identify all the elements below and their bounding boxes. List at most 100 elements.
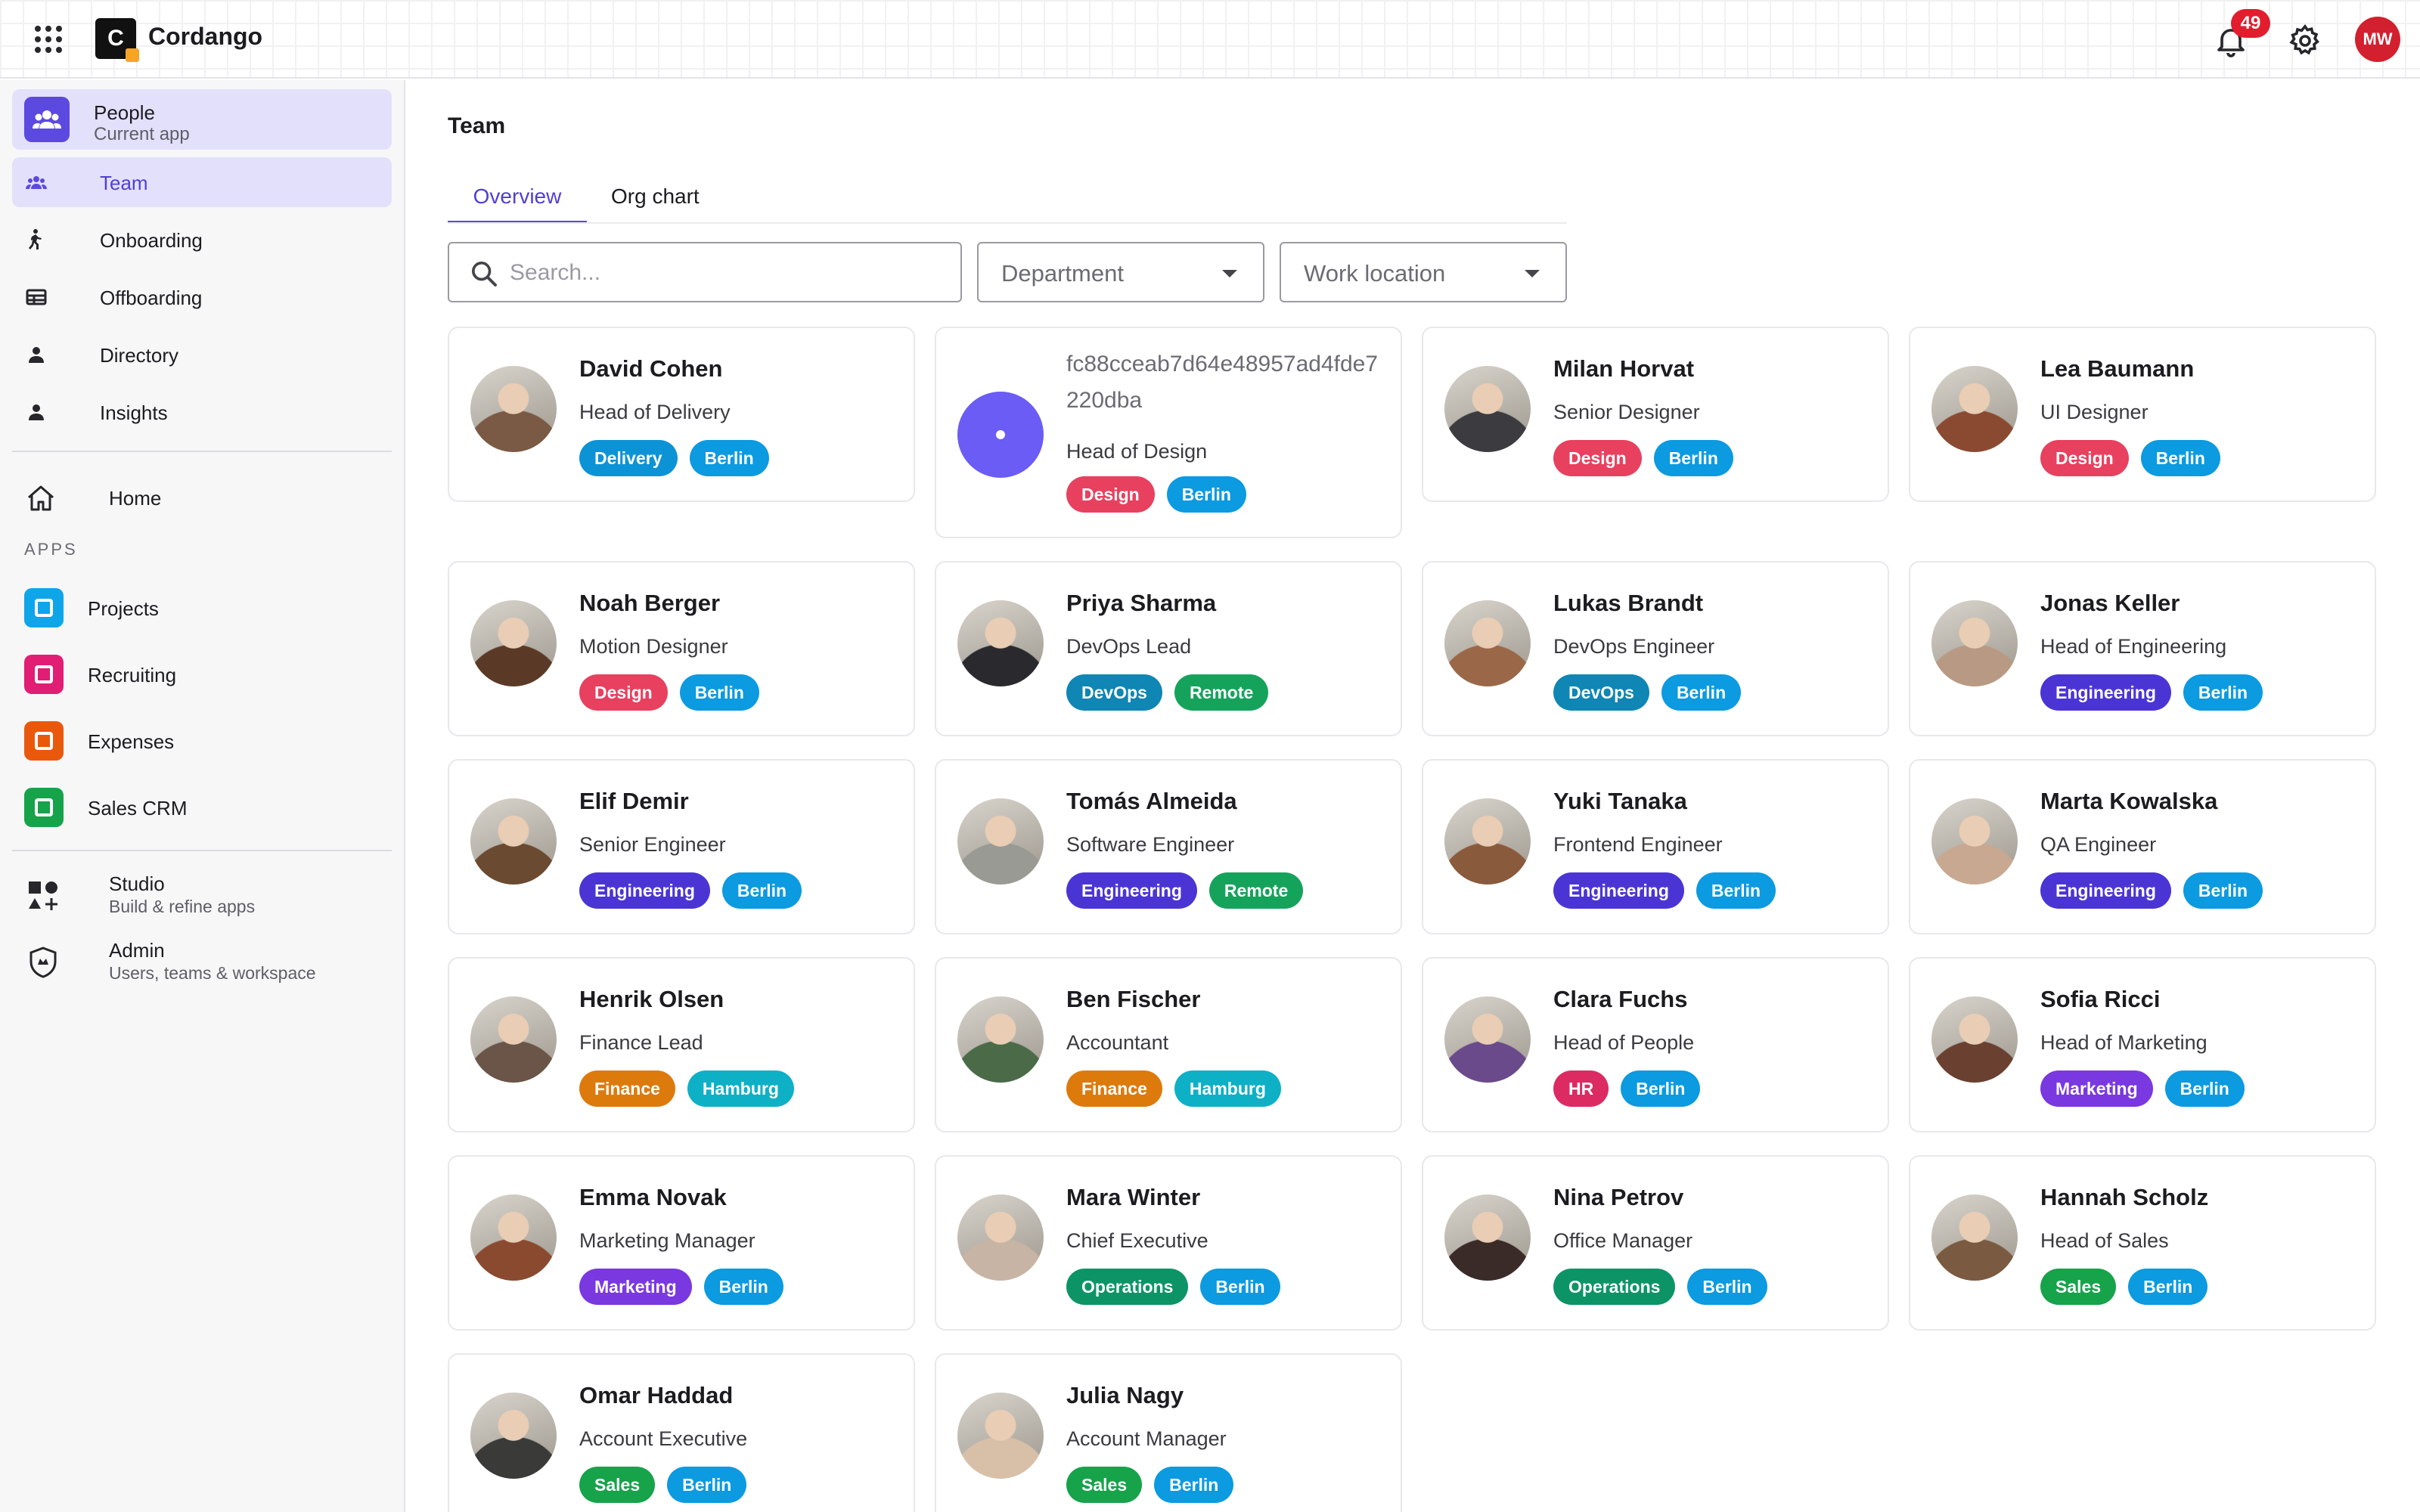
location-tag[interactable]: Berlin <box>703 1269 783 1305</box>
location-tag[interactable]: Berlin <box>689 440 769 476</box>
department-tag[interactable]: Engineering <box>1066 872 1197 909</box>
person-card[interactable]: Marta Kowalska QA Engineer Engineering Berl… <box>1909 759 2376 934</box>
person-card[interactable]: Nina Petrov Office Manager Operations Berli… <box>1422 1155 1889 1331</box>
location-tag[interactable]: Remote <box>1174 674 1269 711</box>
sidebar-item-insights[interactable]: Insights <box>12 387 392 437</box>
person-card[interactable]: Henrik Olsen Finance Lead Finance Hamburg <box>448 957 915 1132</box>
location-tag[interactable]: Berlin <box>1621 1070 1701 1107</box>
location-tag[interactable]: Berlin <box>2140 440 2220 476</box>
department-tag[interactable]: Engineering <box>1553 872 1684 909</box>
person-card[interactable]: fc88cceab7d64e48957ad4fde7220dba Head of … <box>935 327 1402 538</box>
location-tag[interactable]: Berlin <box>2164 1070 2245 1107</box>
person-card[interactable]: Jonas Keller Head of Engineering Engineeri… <box>1909 561 2376 736</box>
department-tag[interactable]: Design <box>579 674 668 711</box>
location-tag[interactable]: Berlin <box>1661 674 1742 711</box>
person-card[interactable]: Tomás Almeida Software Engineer Engineerin… <box>935 759 1402 934</box>
person-card[interactable]: Yuki Tanaka Frontend Engineer Engineering B… <box>1422 759 1889 934</box>
location-tag[interactable]: Berlin <box>1166 476 1246 513</box>
location-tag[interactable]: Berlin <box>667 1467 747 1503</box>
sidebar-app-projects[interactable]: Projects <box>12 578 392 638</box>
location-tag[interactable]: Berlin <box>679 674 759 711</box>
person-card[interactable]: Ben Fischer Accountant Finance Hamburg <box>935 957 1402 1132</box>
location-tag[interactable]: Berlin <box>1687 1269 1767 1305</box>
person-card[interactable]: Julia Nagy Account Manager Sales Berlin <box>935 1353 1402 1512</box>
location-tag[interactable]: Remote <box>1208 872 1304 909</box>
person-card[interactable]: Hannah Scholz Head of Sales Sales Berlin <box>1909 1155 2376 1331</box>
location-tag[interactable]: Berlin <box>1696 872 1776 909</box>
department-tag[interactable]: Operations <box>1066 1269 1189 1305</box>
sidebar-app-expenses[interactable]: Expenses <box>12 711 392 771</box>
person-name: Nina Petrov <box>1553 1184 1684 1210</box>
sidebar-item-team[interactable]: Team <box>12 157 392 207</box>
user-avatar[interactable]: MW <box>2355 17 2400 62</box>
department-tag[interactable]: Design <box>2040 440 2129 476</box>
department-tag[interactable]: Marketing <box>579 1269 692 1305</box>
person-name: Lukas Brandt <box>1553 590 1704 616</box>
brand-logo[interactable]: C <box>95 18 139 62</box>
location-tag[interactable]: Berlin <box>1653 440 1733 476</box>
department-tag[interactable]: Sales <box>2040 1269 2117 1305</box>
person-tags: Finance Hamburg <box>1066 1070 1281 1107</box>
search-box[interactable] <box>448 242 962 302</box>
person-card[interactable]: Omar Haddad Account Executive Sales Berlin <box>448 1353 915 1512</box>
person-card[interactable]: Lukas Brandt DevOps Engineer DevOps Berlin <box>1422 561 1889 736</box>
location-tag[interactable]: Berlin <box>721 872 802 909</box>
department-tag[interactable]: DevOps <box>1066 674 1162 711</box>
sidebar-item-admin[interactable]: Admin Users, teams & workspace <box>12 930 392 993</box>
department-tag[interactable]: Design <box>1553 440 1642 476</box>
settings-gear-icon[interactable] <box>2287 23 2323 59</box>
department-tag[interactable]: DevOps <box>1553 674 1649 711</box>
location-tag[interactable]: Berlin <box>2183 872 2263 909</box>
location-tag[interactable]: Hamburg <box>1174 1070 1281 1107</box>
person-card[interactable]: Milan Horvat Senior Designer Design Berlin <box>1422 327 1889 502</box>
sidebar-app-sales-crm[interactable]: Sales CRM <box>12 777 392 838</box>
work-location-filter-select[interactable]: Work location <box>1280 242 1567 302</box>
person-name: Ben Fischer <box>1066 986 1201 1012</box>
location-tag[interactable]: Berlin <box>2183 674 2263 711</box>
sidebar-app-recruiting[interactable]: Recruiting <box>12 644 392 705</box>
department-tag[interactable]: Engineering <box>579 872 710 909</box>
location-tag[interactable]: Berlin <box>1154 1467 1234 1503</box>
department-tag[interactable]: Design <box>1066 476 1155 513</box>
tab-overview[interactable]: Overview <box>448 184 587 224</box>
person-card[interactable]: Noah Berger Motion Designer Design Berlin <box>448 561 915 736</box>
person-card[interactable]: Emma Novak Marketing Manager Marketing Berl… <box>448 1155 915 1331</box>
sidebar-item-offboarding[interactable]: Offboarding <box>12 272 392 322</box>
person-card[interactable]: Lea Baumann UI Designer Design Berlin <box>1909 327 2376 502</box>
sidebar-item-home[interactable]: Home <box>12 470 392 525</box>
person-card[interactable]: Mara Winter Chief Executive Operations Berl… <box>935 1155 1402 1331</box>
department-tag[interactable]: Delivery <box>579 440 678 476</box>
person-name: Julia Nagy <box>1066 1382 1184 1408</box>
department-tag[interactable]: Engineering <box>2040 674 2171 711</box>
location-tag[interactable]: Berlin <box>2128 1269 2208 1305</box>
app-launcher-grid-icon[interactable] <box>35 26 62 53</box>
person-icon <box>29 404 44 420</box>
location-tag[interactable]: Hamburg <box>687 1070 794 1107</box>
sidebar-item-studio[interactable]: Studio Build & refine apps <box>12 863 392 927</box>
department-tag[interactable]: Finance <box>1066 1070 1162 1107</box>
brand-name[interactable]: Cordango <box>148 23 262 51</box>
person-role: Head of Sales <box>2040 1229 2169 1252</box>
sidebar-app-label: Sales CRM <box>88 797 188 820</box>
person-card[interactable]: Elif Demir Senior Engineer Engineering Berl… <box>448 759 915 934</box>
sidebar-item-onboarding[interactable]: Onboarding <box>12 215 392 265</box>
department-tag[interactable]: HR <box>1553 1070 1609 1107</box>
department-tag[interactable]: Engineering <box>2040 872 2171 909</box>
person-card[interactable]: Clara Fuchs Head of People HR Berlin <box>1422 957 1889 1132</box>
current-app-people[interactable]: People Current app <box>12 89 392 150</box>
department-tag[interactable]: Sales <box>579 1467 656 1503</box>
department-tag[interactable]: Sales <box>1066 1467 1143 1503</box>
location-tag[interactable]: Berlin <box>1200 1269 1280 1305</box>
department-tag[interactable]: Marketing <box>2040 1070 2153 1107</box>
person-tags: Engineering Remote <box>1066 872 1304 909</box>
department-tag[interactable]: Operations <box>1553 1269 1676 1305</box>
tab-org-chart[interactable]: Org chart <box>611 184 700 224</box>
person-card[interactable]: Priya Sharma DevOps Lead DevOps Remote <box>935 561 1402 736</box>
department-filter-select[interactable]: Department <box>977 242 1264 302</box>
person-card[interactable]: David Cohen Head of Delivery Delivery Berli… <box>448 327 915 502</box>
search-input[interactable] <box>510 254 948 292</box>
apps-section-heading: APPS <box>24 540 78 559</box>
sidebar-item-directory[interactable]: Directory <box>12 330 392 380</box>
department-tag[interactable]: Finance <box>579 1070 675 1107</box>
person-card[interactable]: Sofia Ricci Head of Marketing Marketing Ber… <box>1909 957 2376 1132</box>
